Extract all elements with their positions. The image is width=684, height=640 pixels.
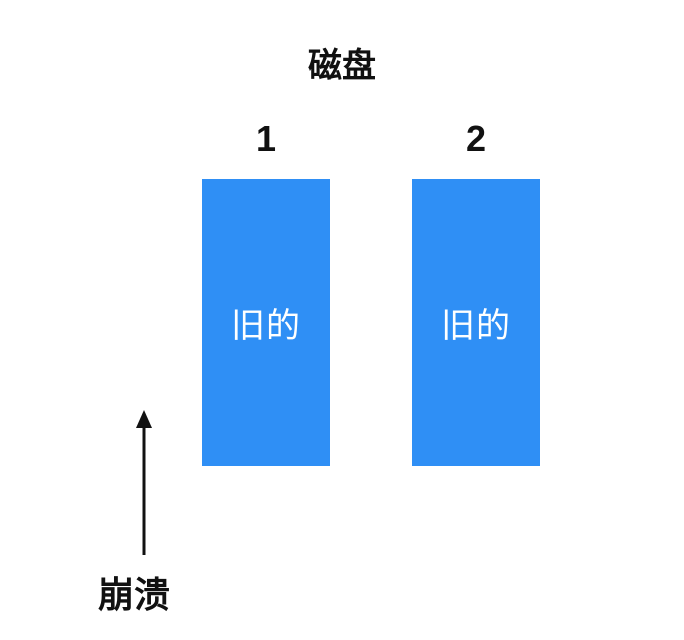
- disk-2-block: 旧的: [412, 179, 540, 466]
- disk-1-number: 1: [255, 118, 277, 159]
- crash-arrow-icon: [136, 410, 152, 555]
- disk-1-content-label: 旧的: [231, 306, 301, 346]
- crash-label: 崩溃: [98, 575, 171, 616]
- disk-2-content-label: 旧的: [441, 306, 511, 346]
- disk-2-number: 2: [465, 118, 487, 159]
- disk-1-block: 旧的: [202, 179, 330, 466]
- diagram-title: 磁盘: [308, 46, 376, 86]
